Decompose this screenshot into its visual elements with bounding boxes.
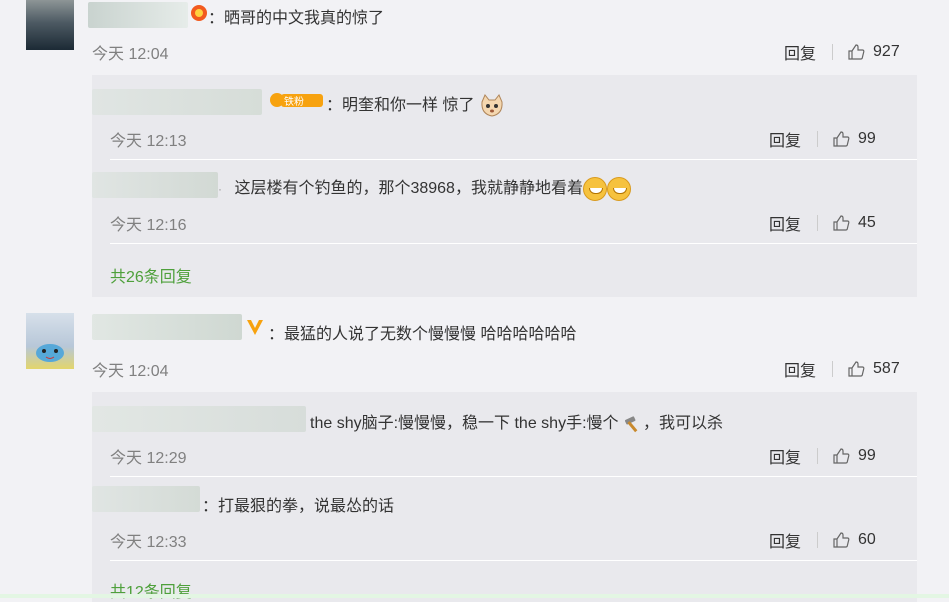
comment-time: 今天 12:04 — [92, 46, 169, 63]
reply-body: 这层楼有个钓鱼的，那个38968，我就静静地看着 — [234, 180, 583, 197]
thumbs-up-icon[interactable] — [832, 531, 850, 549]
reply-panel: the shy脑子:慢慢慢，稳一下 the shy手:慢个 ，我可以杀 今天 1… — [92, 392, 917, 602]
grin-emoji-icon — [582, 176, 607, 201]
reply-text: ：明奎和你一样 惊了 — [326, 91, 505, 118]
colon: ： — [268, 326, 285, 343]
grin-emoji-icon — [606, 176, 631, 201]
reply-time: 今天 12:29 — [110, 450, 187, 467]
username[interactable] — [92, 314, 242, 340]
divider — [817, 448, 819, 464]
reply-divider — [110, 476, 917, 477]
reply-button[interactable]: 回复 — [784, 357, 816, 381]
reply-button[interactable]: 回复 — [769, 444, 801, 468]
reply-username[interactable] — [92, 486, 200, 512]
comment-time: 今天 12:04 — [92, 363, 169, 380]
user-badge-icon — [190, 4, 208, 22]
comment-text: ：晒哥的中文我真的惊了 — [208, 4, 384, 28]
reply-time: 今天 12:33 — [110, 534, 187, 551]
comment-body: 晒哥的中文我真的惊了 — [224, 10, 385, 27]
bottom-edge — [0, 594, 949, 598]
svg-text:铁粉: 铁粉 — [284, 95, 304, 108]
reply-divider — [110, 560, 917, 561]
comment-text: ：最猛的人说了无数个慢慢慢 哈哈哈哈哈哈 — [268, 320, 576, 344]
avatar[interactable] — [26, 313, 74, 369]
reply-body: 明奎和你一样 惊了 — [342, 97, 475, 114]
dot: · — [218, 182, 222, 196]
like-count[interactable]: 45 — [858, 214, 876, 232]
reply-button[interactable]: 回复 — [769, 528, 801, 552]
reply-actions: 回复 60 — [769, 528, 876, 552]
like-count[interactable]: 927 — [873, 43, 900, 61]
username[interactable] — [88, 2, 188, 28]
reply-text: ：打最狠的拳，说最怂的话 — [202, 492, 394, 516]
v-badge-icon — [244, 316, 266, 338]
reply-body-tail: ，我可以杀 — [642, 415, 723, 432]
divider — [817, 131, 819, 147]
comment-actions: 回复 587 — [784, 357, 900, 381]
reply-actions: 回复 99 — [769, 444, 876, 468]
reply-divider — [110, 243, 917, 244]
reply-actions: 回复 45 — [769, 211, 876, 235]
like-count[interactable]: 587 — [873, 360, 900, 378]
more-replies-link[interactable]: 共12条回复 — [110, 578, 192, 602]
divider — [832, 44, 834, 60]
hammer-icon — [623, 415, 643, 433]
reply-button[interactable]: 回复 — [769, 211, 801, 235]
thumbs-up-icon[interactable] — [847, 360, 865, 378]
colon: ： — [202, 498, 219, 515]
reply-panel: 铁粉 ：明奎和你一样 惊了 今天 12:13 回复 99 · 这层楼有个钓鱼的，… — [92, 75, 917, 297]
divider — [817, 215, 819, 231]
reply-body: 打最狠的拳，说最怂的话 — [218, 498, 395, 515]
colon: ： — [208, 10, 225, 27]
cat-emoji-icon — [479, 93, 505, 118]
colon: ： — [326, 97, 343, 114]
thumbs-up-icon[interactable] — [832, 447, 850, 465]
reply-username[interactable] — [92, 89, 262, 115]
thumbs-up-icon[interactable] — [847, 43, 865, 61]
reply-divider — [110, 159, 917, 160]
thumbs-up-icon[interactable] — [832, 130, 850, 148]
like-count[interactable]: 99 — [858, 447, 876, 465]
reply-actions: 回复 99 — [769, 127, 876, 151]
comment-body: 最猛的人说了无数个慢慢慢 哈哈哈哈哈哈 — [284, 326, 577, 343]
reply-text: the shy脑子:慢慢慢，稳一下 the shy手:慢个 ，我可以杀 — [310, 409, 723, 433]
more-replies-link[interactable]: 共26条回复 — [110, 263, 192, 287]
avatar[interactable] — [26, 0, 74, 50]
divider — [832, 361, 834, 377]
reply-username[interactable] — [92, 172, 218, 198]
like-count[interactable]: 60 — [858, 531, 876, 549]
divider — [817, 532, 819, 548]
like-count[interactable]: 99 — [858, 130, 876, 148]
reply-body: the shy脑子:慢慢慢，稳一下 the shy手:慢个 — [310, 415, 619, 432]
reply-text: · 这层楼有个钓鱼的，那个38968，我就静静地看着 — [218, 174, 631, 201]
reply-button[interactable]: 回复 — [769, 127, 801, 151]
thumbs-up-icon[interactable] — [832, 214, 850, 232]
reply-button[interactable]: 回复 — [784, 40, 816, 64]
reply-time: 今天 12:13 — [110, 133, 187, 150]
comment-actions: 回复 927 — [784, 40, 900, 64]
reply-username[interactable] — [92, 406, 306, 432]
fan-badge-icon: 铁粉 — [268, 90, 324, 110]
reply-time: 今天 12:16 — [110, 217, 187, 234]
